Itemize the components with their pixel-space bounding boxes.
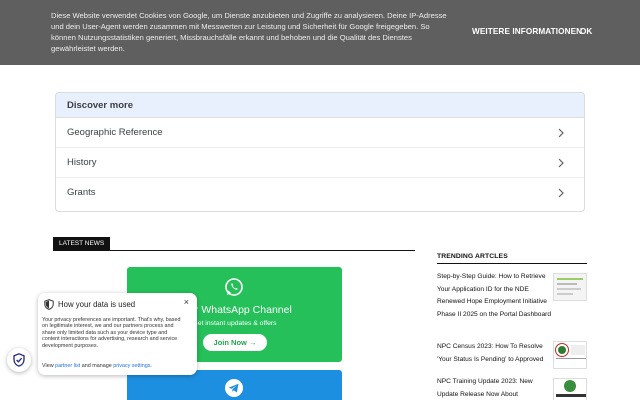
privacy-popup-body: Your privacy preferences are important. … <box>42 317 181 349</box>
article-thumbnail[interactable] <box>553 273 587 301</box>
discover-item-label: Geographic Reference <box>67 127 163 138</box>
cookie-ok-button[interactable]: OK <box>580 27 592 36</box>
discover-item-label: Grants <box>67 187 96 198</box>
close-icon[interactable]: × <box>184 297 189 307</box>
discover-item-label: History <box>67 157 97 168</box>
discover-more-panel: Discover more Geographic Reference Histo… <box>55 92 585 212</box>
privacy-popup-title: How your data is used <box>58 300 136 309</box>
chevron-right-icon <box>558 128 564 138</box>
discover-more-title: Discover more <box>56 93 584 118</box>
footer-text: . <box>150 363 152 369</box>
shield-check-icon <box>13 353 25 367</box>
trending-item[interactable]: NPC Training Update 2023: New Update Rel… <box>437 376 587 400</box>
footer-text: View <box>42 363 56 369</box>
privacy-shield-button[interactable] <box>7 348 31 372</box>
trending-articles-title: TRENDING ARTCLES <box>437 253 508 260</box>
chevron-right-icon <box>558 188 564 198</box>
privacy-popup: How your data is used × Your privacy pre… <box>38 293 197 375</box>
article-thumbnail[interactable] <box>553 341 587 369</box>
trending-item-title[interactable]: NPC Training Update 2023: New Update Rel… <box>437 376 555 400</box>
latest-news-divider <box>53 250 415 251</box>
footer-text: and manage <box>80 363 114 369</box>
more-info-button[interactable]: WEITERE INFORMATIONEN <box>472 27 582 36</box>
telegram-icon <box>225 379 243 397</box>
cookie-notice-text: Diese Website verwendet Cookies von Goog… <box>51 11 447 53</box>
trending-divider <box>437 263 587 264</box>
join-now-button[interactable]: Join Now → <box>203 334 267 351</box>
discover-item-grants[interactable]: Grants <box>56 178 584 208</box>
whatsapp-icon <box>225 278 243 296</box>
cookie-consent-bar: Diese Website verwendet Cookies von Goog… <box>0 0 640 65</box>
privacy-popup-footer: View partner list and manage privacy set… <box>42 363 197 369</box>
partner-list-link[interactable]: partner list <box>55 363 80 369</box>
discover-item-history[interactable]: History <box>56 148 584 178</box>
article-thumbnail[interactable] <box>553 378 587 400</box>
trending-item-title[interactable]: NPC Census 2023: How To Resolve 'Your St… <box>437 341 555 366</box>
discover-item-geographic-reference[interactable]: Geographic Reference <box>56 118 584 148</box>
shield-icon <box>44 299 54 310</box>
latest-news-tag: LATEST NEWS <box>53 237 111 251</box>
trending-item-title[interactable]: Step-by-Step Guide: How to Retrieve Your… <box>437 271 555 321</box>
chevron-right-icon <box>558 158 564 168</box>
trending-item[interactable]: NPC Census 2023: How To Resolve 'Your St… <box>437 341 587 369</box>
privacy-settings-link[interactable]: privacy settings <box>113 363 150 369</box>
trending-item[interactable]: Step-by-Step Guide: How to Retrieve Your… <box>437 271 587 321</box>
